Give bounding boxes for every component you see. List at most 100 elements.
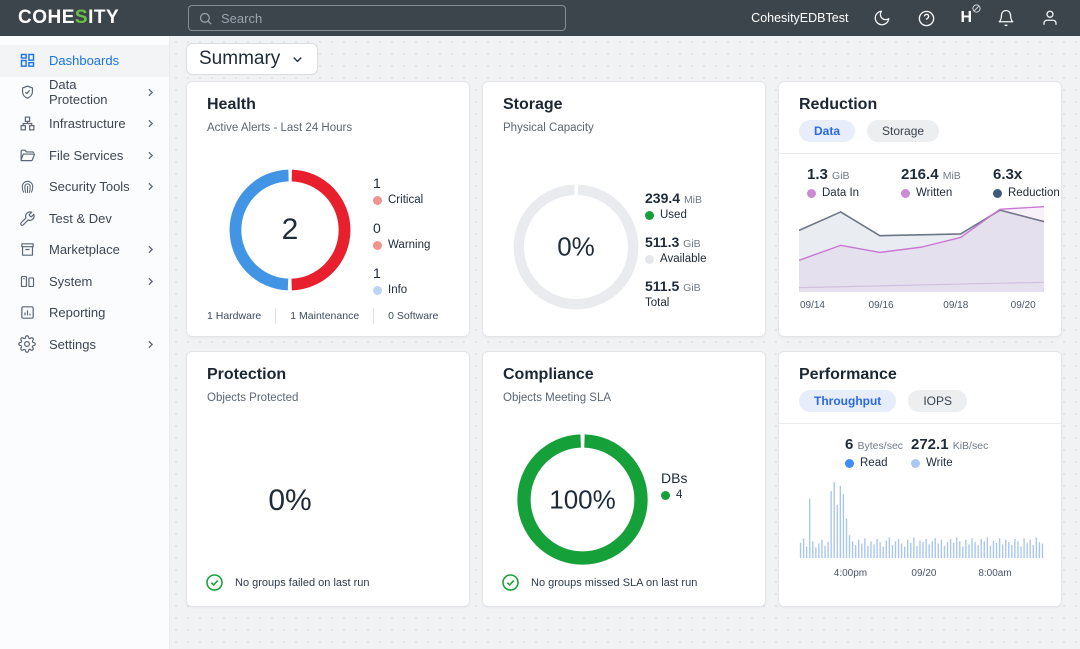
dashboard-view-selector[interactable]: Summary xyxy=(186,43,318,75)
maintenance-alerts[interactable]: 1 Maintenance xyxy=(275,308,373,324)
search-icon xyxy=(198,11,213,26)
stat-write: 272.1 KiB/sec Write xyxy=(911,436,988,469)
storage-used-percent: 0% xyxy=(557,232,595,263)
health-card: Health Active Alerts - Last 24 Hours 2 1… xyxy=(186,81,470,337)
cluster-name[interactable]: CohesityEDBTest xyxy=(751,11,848,25)
performance-tabs: Throughput IOPS xyxy=(799,390,967,412)
sidebar-item-marketplace[interactable]: Marketplace xyxy=(0,234,169,266)
available-dot xyxy=(645,255,654,264)
no-score-icon xyxy=(972,4,981,13)
reduction-area-chart[interactable] xyxy=(799,204,1044,292)
search-input[interactable] xyxy=(221,11,556,26)
sidebar-item-security-tools[interactable]: Security Tools xyxy=(0,171,169,203)
compliance-card: Compliance Objects Meeting SLA 100% DBs … xyxy=(482,351,766,607)
health-legend: 1 Critical 0 Warning 1 Info xyxy=(373,175,430,296)
view-selector-label: Summary xyxy=(199,48,280,70)
reduction-dot xyxy=(993,189,1002,198)
card-subtitle: Objects Protected xyxy=(207,392,298,404)
sidebar-item-label: Test & Dev xyxy=(49,211,112,226)
top-bar: COHESITY CohesityEDBTest H xyxy=(0,0,1080,36)
health-score-badge[interactable]: H xyxy=(960,9,972,27)
report-icon xyxy=(18,304,36,322)
legend-total: 511.5 GiB Total xyxy=(645,278,706,309)
sidebar-item-label: Settings xyxy=(49,337,96,352)
protection-status-row: No groups failed on last run xyxy=(205,573,370,592)
tab-throughput[interactable]: Throughput xyxy=(799,390,896,412)
tab-iops[interactable]: IOPS xyxy=(908,390,967,412)
tab-storage[interactable]: Storage xyxy=(867,120,939,142)
user-account-icon[interactable] xyxy=(1040,8,1060,28)
global-search[interactable] xyxy=(188,5,566,31)
sidebar-item-data-protection[interactable]: Data Protection xyxy=(0,77,169,109)
performance-x-axis: 4:00pm09/208:00am xyxy=(799,568,1044,582)
dbs-dot xyxy=(661,491,670,500)
card-title: Protection xyxy=(207,366,286,384)
help-icon[interactable] xyxy=(916,8,936,28)
protection-percent: 0% xyxy=(268,484,311,518)
legend-info: 1 Info xyxy=(373,265,430,296)
health-footer-stats: 1 Hardware 1 Maintenance 0 Software xyxy=(207,308,453,324)
x-axis-label: 09/20 xyxy=(1011,300,1036,311)
x-axis-label: 09/20 xyxy=(911,568,936,579)
sidebar-item-reporting[interactable]: Reporting xyxy=(0,297,169,329)
performance-bar-chart[interactable] xyxy=(799,482,1044,558)
store-icon xyxy=(18,241,36,259)
sidebar-item-file-services[interactable]: File Services xyxy=(0,140,169,172)
sidebar-item-dashboards[interactable]: Dashboards xyxy=(0,45,169,77)
chevron-right-icon xyxy=(144,275,157,288)
dark-mode-moon-icon[interactable] xyxy=(872,8,892,28)
storage-donut-chart[interactable]: 0% xyxy=(511,182,641,312)
health-donut-chart[interactable]: 2 xyxy=(228,168,352,292)
legend-critical: 1 Critical xyxy=(373,175,430,206)
folder-icon xyxy=(18,146,36,164)
chevron-right-icon xyxy=(144,243,157,256)
warning-dot xyxy=(373,241,382,250)
protection-card: Protection Objects Protected 0% No group… xyxy=(186,351,470,607)
sidebar-item-label: Marketplace xyxy=(49,242,120,257)
logo-accent-letter: S xyxy=(75,7,88,28)
stat-data-in: 1.3 GiB Data In xyxy=(807,166,859,199)
compliance-percent: 100% xyxy=(549,484,616,515)
sidebar-item-label: File Services xyxy=(49,148,123,163)
hardware-alerts[interactable]: 1 Hardware xyxy=(207,308,275,324)
compliance-donut-chart[interactable]: 100% xyxy=(516,433,649,566)
x-axis-label: 09/16 xyxy=(869,300,894,311)
x-axis-label: 8:00am xyxy=(978,568,1011,579)
cohesity-logo[interactable]: COHESITY xyxy=(0,7,170,29)
chevron-right-icon xyxy=(144,180,157,193)
written-dot xyxy=(901,189,910,198)
legend-warning: 0 Warning xyxy=(373,220,430,251)
infrastructure-icon xyxy=(18,115,36,133)
sidebar-item-test-and-dev[interactable]: Test & Dev xyxy=(0,203,169,235)
health-alert-count: 2 xyxy=(282,213,299,247)
sidebar-item-label: Reporting xyxy=(49,305,105,320)
sidebar-item-system[interactable]: System xyxy=(0,266,169,298)
logo-text-end: ITY xyxy=(88,7,119,28)
sidebar-nav: Dashboards Data Protection Infrastructur… xyxy=(0,36,170,649)
notifications-bell-icon[interactable] xyxy=(996,8,1016,28)
divider xyxy=(779,423,1061,424)
sidebar-item-infrastructure[interactable]: Infrastructure xyxy=(0,108,169,140)
reduction-card: Reduction Data Storage 1.3 GiB Data In 2… xyxy=(778,81,1062,337)
tab-data[interactable]: Data xyxy=(799,120,855,142)
compliance-side-legend: DBs 4 xyxy=(661,470,687,501)
sidebar-item-settings[interactable]: Settings xyxy=(0,329,169,361)
info-dot xyxy=(373,286,382,295)
shield-icon xyxy=(18,83,36,101)
card-subtitle: Objects Meeting SLA xyxy=(503,392,611,404)
card-title: Storage xyxy=(503,96,563,114)
chevron-right-icon xyxy=(144,117,157,130)
performance-card: Performance Throughput IOPS 6 Bytes/sec … xyxy=(778,351,1062,607)
card-subtitle: Active Alerts - Last 24 Hours xyxy=(207,122,352,134)
fingerprint-icon xyxy=(18,178,36,196)
wrench-icon xyxy=(18,209,36,227)
storage-card: Storage Physical Capacity 0% 239.4 MiB U… xyxy=(482,81,766,337)
sidebar-item-label: Dashboards xyxy=(49,53,119,68)
card-subtitle: Physical Capacity xyxy=(503,122,594,134)
main-content: Summary Health Active Alerts - Last 24 H… xyxy=(170,36,1080,649)
stat-written: 216.4 MiB Written xyxy=(901,166,961,199)
legend-used: 239.4 MiB Used xyxy=(645,190,706,221)
card-title: Compliance xyxy=(503,366,594,384)
chevron-down-icon xyxy=(290,52,305,67)
software-alerts[interactable]: 0 Software xyxy=(373,308,452,324)
